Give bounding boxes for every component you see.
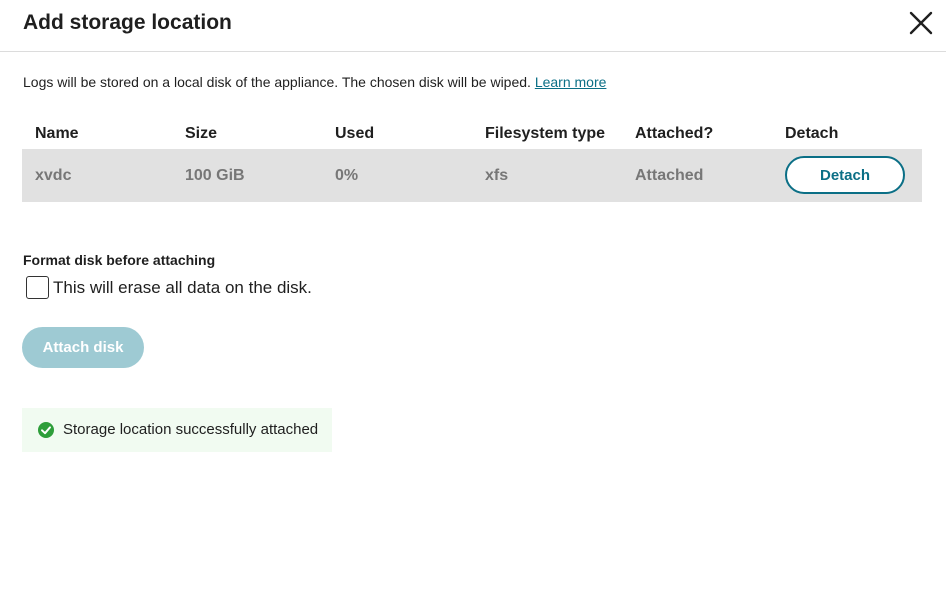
detach-button[interactable]: Detach	[785, 156, 905, 194]
format-disk-option: This will erase all data on the disk.	[26, 275, 312, 300]
check-circle-icon	[37, 421, 55, 439]
format-disk-checkbox-label[interactable]: This will erase all data on the disk.	[53, 278, 312, 298]
cell-name: xvdc	[35, 167, 72, 184]
dialog-title: Add storage location	[23, 11, 232, 34]
description: Logs will be stored on a local disk of t…	[23, 73, 606, 91]
disk-table: Name Size Used Filesystem type Attached?…	[22, 118, 922, 202]
description-text: Logs will be stored on a local disk of t…	[23, 74, 535, 90]
format-disk-checkbox[interactable]	[26, 276, 49, 299]
toast-message: Storage location successfully attached	[63, 421, 319, 438]
format-disk-label: Format disk before attaching	[23, 252, 216, 268]
table-header: Name Size Used Filesystem type Attached?…	[22, 118, 922, 149]
cell-filesystem: xfs	[485, 167, 509, 184]
close-button[interactable]	[905, 9, 937, 37]
dialog-header: Add storage location	[0, 0, 946, 52]
column-header-used: Used	[335, 125, 375, 142]
table-row: xvdc 100 GiB 0% xfs Attached Detach	[22, 149, 922, 202]
column-header-attached: Attached?	[635, 125, 714, 142]
attach-disk-button[interactable]: Attach disk	[22, 327, 144, 368]
column-header-size: Size	[185, 125, 218, 142]
cell-attached: Attached	[635, 167, 704, 184]
close-icon	[909, 11, 933, 35]
column-header-name: Name	[35, 125, 79, 142]
success-toast: Storage location successfully attached	[22, 408, 332, 452]
learn-more-link[interactable]: Learn more	[535, 74, 607, 90]
column-header-filesystem: Filesystem type	[485, 125, 606, 142]
cell-size: 100 GiB	[185, 167, 245, 184]
add-storage-dialog: Add storage location Logs will be stored…	[0, 0, 946, 613]
cell-used: 0%	[335, 167, 359, 184]
column-header-detach: Detach	[785, 125, 839, 142]
